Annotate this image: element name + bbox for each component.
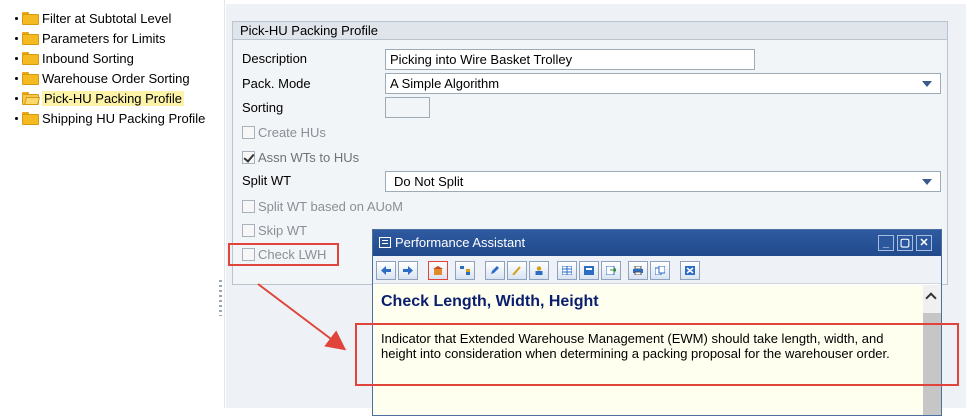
split-wt-select[interactable]: Do Not Split xyxy=(385,171,941,192)
assistant-toolbar xyxy=(373,256,941,284)
layout-button[interactable] xyxy=(579,261,599,280)
pack-mode-label: Pack. Mode xyxy=(242,76,311,91)
group-title: Pick-HU Packing Profile xyxy=(233,22,947,40)
folder-icon xyxy=(22,12,39,25)
navigation-tree: Filter at Subtotal Level Parameters for … xyxy=(0,0,224,408)
back-button[interactable] xyxy=(376,261,396,280)
tree-item-label: Pick-HU Packing Profile xyxy=(42,91,184,106)
folder-icon xyxy=(22,72,39,85)
back-arrow-icon xyxy=(381,266,391,275)
technical-info-button[interactable] xyxy=(428,261,448,280)
link-button[interactable] xyxy=(507,261,527,280)
split-wt-label: Split WT xyxy=(242,173,292,188)
folder-icon xyxy=(22,112,39,125)
skip-wt-checkbox[interactable]: Skip WT xyxy=(242,219,307,241)
minimize-button[interactable]: _ xyxy=(878,235,894,251)
tree-item-label: Filter at Subtotal Level xyxy=(42,11,172,26)
document-icon xyxy=(379,237,391,248)
assistant-title-bar[interactable]: Performance Assistant _ ▢ ✕ xyxy=(373,230,941,256)
description-label: Description xyxy=(242,51,308,66)
description-field[interactable]: Picking into Wire Basket Trolley xyxy=(385,49,755,70)
tree-item-label: Parameters for Limits xyxy=(42,31,166,46)
forward-arrow-icon xyxy=(403,266,413,275)
checkbox-icon xyxy=(242,223,255,237)
close-icon xyxy=(685,266,695,275)
dropdown-arrow-icon xyxy=(922,81,932,87)
tree-item-pick-hu-packing-profile[interactable]: Pick-HU Packing Profile xyxy=(15,89,184,108)
export-button[interactable] xyxy=(601,261,621,280)
tree-item-label: Inbound Sorting xyxy=(42,51,134,66)
annotation-box-check-lwh xyxy=(228,243,339,266)
assistant-heading: Check Length, Width, Height xyxy=(381,293,599,310)
split-auom-checkbox[interactable]: Split WT based on AUoM xyxy=(242,195,403,217)
person-icon xyxy=(535,266,543,275)
checked-checkbox-icon xyxy=(242,150,255,164)
assistant-title: Performance Assistant xyxy=(395,235,526,250)
checkbox-icon xyxy=(242,199,255,213)
checkbox-icon xyxy=(242,125,255,139)
annotation-box-description xyxy=(355,323,959,386)
pack-mode-value: A Simple Algorithm xyxy=(390,76,500,91)
close-button[interactable]: ✕ xyxy=(916,235,932,251)
pencil-icon xyxy=(491,266,499,274)
table-icon xyxy=(562,266,572,275)
dropdown-arrow-icon xyxy=(922,179,932,185)
user-button[interactable] xyxy=(529,261,549,280)
table-button[interactable] xyxy=(557,261,577,280)
assn-wts-checkbox[interactable]: Assn WTs to HUs xyxy=(242,146,359,168)
building-icon xyxy=(433,266,443,275)
panel-icon xyxy=(584,266,594,275)
scroll-up-icon[interactable] xyxy=(925,292,937,304)
edit-button[interactable] xyxy=(485,261,505,280)
pane-divider xyxy=(224,0,225,408)
pane-splitter-handle[interactable] xyxy=(219,280,222,316)
application-help-button[interactable] xyxy=(455,261,475,280)
close-assistant-button[interactable] xyxy=(680,261,700,280)
tree-item-label: Warehouse Order Sorting xyxy=(42,71,190,86)
tree-item-parameters-limits[interactable]: Parameters for Limits xyxy=(15,29,166,48)
split-wt-value: Do Not Split xyxy=(394,174,464,189)
open-folder-icon xyxy=(22,92,41,105)
tree-item-warehouse-order-sorting[interactable]: Warehouse Order Sorting xyxy=(15,69,190,88)
tree-item-filter-subtotal[interactable]: Filter at Subtotal Level xyxy=(15,9,172,28)
skip-wt-label: Skip WT xyxy=(258,222,308,238)
tree-item-label: Shipping HU Packing Profile xyxy=(42,111,206,126)
folder-icon xyxy=(22,52,39,65)
tree-item-shipping-hu-packing-profile[interactable]: Shipping HU Packing Profile xyxy=(15,109,206,128)
tree-item-inbound-sorting[interactable]: Inbound Sorting xyxy=(15,49,134,68)
copy-button[interactable] xyxy=(650,261,670,280)
export-icon xyxy=(606,266,616,275)
pack-mode-select[interactable]: A Simple Algorithm xyxy=(385,73,941,94)
forward-button[interactable] xyxy=(398,261,418,280)
folder-icon xyxy=(22,32,39,45)
sorting-label: Sorting xyxy=(242,100,284,115)
copy-icon xyxy=(655,266,665,275)
split-auom-label: Split WT based on AUoM xyxy=(258,198,403,214)
assn-wts-label: Assn WTs to HUs xyxy=(258,149,360,165)
printer-icon xyxy=(633,266,643,275)
sorting-field[interactable] xyxy=(385,97,430,118)
create-hus-label: Create HUs xyxy=(258,124,326,140)
tree-structure-icon xyxy=(460,266,470,275)
maximize-button[interactable]: ▢ xyxy=(897,235,913,251)
create-hus-checkbox[interactable]: Create HUs xyxy=(242,121,326,143)
print-button[interactable] xyxy=(628,261,648,280)
wand-icon xyxy=(512,266,521,275)
